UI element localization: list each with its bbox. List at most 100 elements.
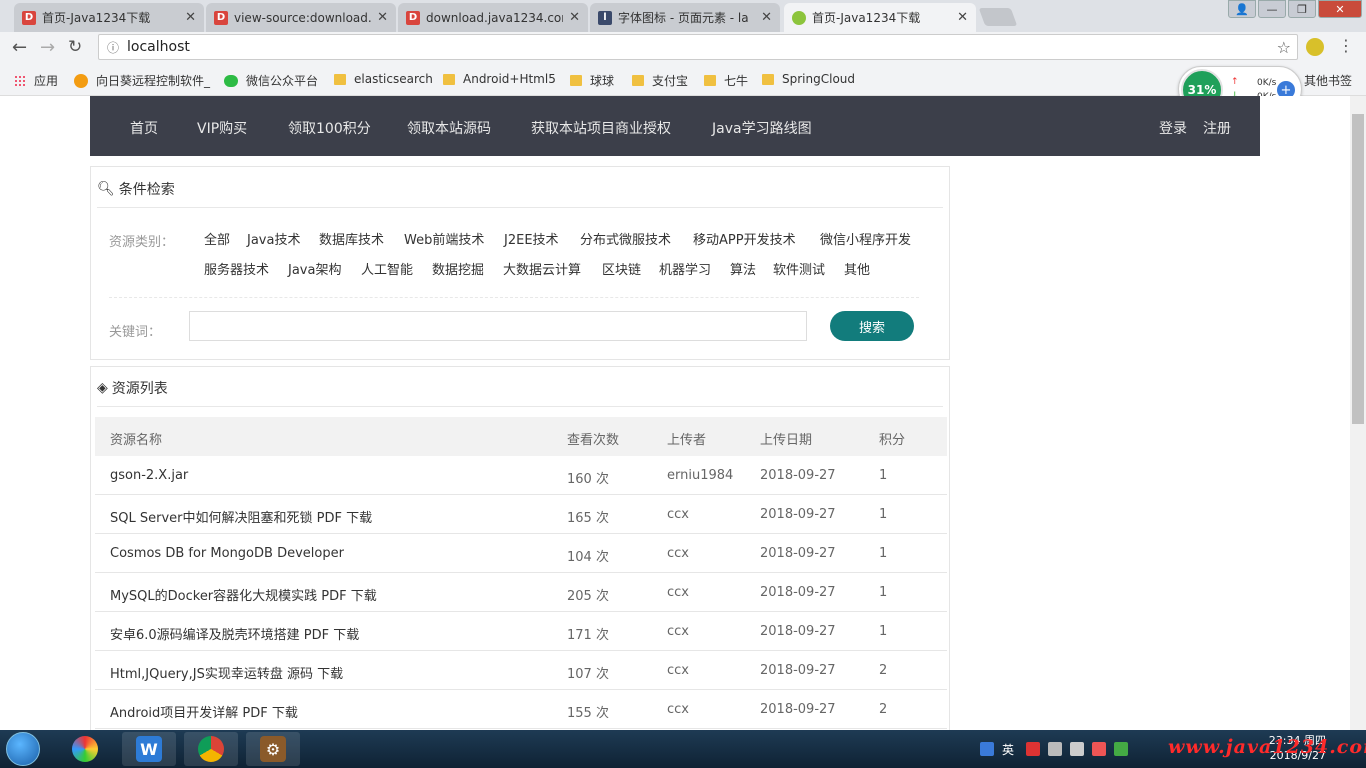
table-row[interactable]: Html,JQuery,JS实现幸运转盘 源码 下载 107 次 ccx 2018-0…: [95, 651, 947, 690]
keyword-input[interactable]: [189, 311, 807, 341]
tray-network-icon[interactable]: [1048, 742, 1063, 756]
bookmark-folder-elasticsearch[interactable]: elasticsearch: [334, 72, 433, 86]
category-algorithm[interactable]: 算法: [730, 259, 756, 278]
extension-icon[interactable]: [1306, 38, 1324, 56]
address-bar[interactable]: ⓘ localhost ☆: [98, 34, 1298, 60]
close-tab-icon[interactable]: ✕: [377, 10, 388, 25]
category-ai[interactable]: 人工智能: [361, 259, 413, 278]
category-miniprogram[interactable]: 微信小程序开发: [820, 229, 911, 248]
qq-input-icon[interactable]: [980, 742, 994, 756]
taskbar-app-colorful[interactable]: [58, 732, 112, 766]
menu-kebab-icon[interactable]: ⋮: [1338, 36, 1354, 55]
site-navbar: 首页 VIP购买 领取100积分 领取本站源码 获取本站项目商业授权 Java学…: [90, 96, 1260, 156]
nav-roadmap[interactable]: Java学习路线图: [712, 118, 812, 138]
scrollbar-thumb[interactable]: [1352, 114, 1364, 424]
table-row[interactable]: Android项目开发详解 PDF 下载 155 次 ccx 2018-09-27 2: [95, 690, 947, 729]
register-link[interactable]: 注册: [1203, 118, 1231, 138]
browser-tab-2[interactable]: D view-source:download. ✕: [206, 3, 396, 32]
cell-name[interactable]: MySQL的Docker容器化大规模实践 PDF 下载: [110, 585, 377, 604]
address-url[interactable]: localhost: [127, 39, 190, 55]
table-row[interactable]: 安卓6.0源码编译及脱壳环境搭建 PDF 下载 171 次 ccx 2018-09-2…: [95, 612, 947, 651]
taskbar-app-chrome[interactable]: [184, 732, 238, 766]
search-panel-header: 🔍︎ 条件检索: [97, 179, 175, 199]
category-machine-learning[interactable]: 机器学习: [659, 259, 711, 278]
ime-indicator[interactable]: 英: [1002, 741, 1014, 758]
taskbar-app-tool[interactable]: ⚙: [246, 732, 300, 766]
category-java[interactable]: Java技术: [247, 229, 300, 248]
browser-tab-4[interactable]: l 字体图标 - 页面元素 - la ✕: [590, 3, 780, 32]
login-link[interactable]: 登录: [1159, 118, 1187, 138]
start-button[interactable]: [6, 732, 40, 766]
tray-security-icon[interactable]: [1092, 742, 1107, 756]
bookmark-sunlogin[interactable]: 向日葵远程控制软件_: [74, 72, 210, 89]
user-icon[interactable]: 👤: [1228, 0, 1256, 18]
close-window-button[interactable]: ✕: [1318, 0, 1362, 18]
table-row[interactable]: Cosmos DB for MongoDB Developer 104 次 ccx 2…: [95, 534, 947, 573]
bookmark-wechat[interactable]: 微信公众平台: [224, 72, 318, 89]
cell-date: 2018-09-27: [760, 507, 836, 522]
category-other[interactable]: 其他: [844, 259, 870, 278]
cell-name[interactable]: Html,JQuery,JS实现幸运转盘 源码 下载: [110, 663, 343, 682]
page-scrollbar[interactable]: [1350, 96, 1366, 730]
other-bookmarks[interactable]: 其他书签: [1304, 72, 1352, 89]
bookmark-folder-qiuqiu[interactable]: 球球: [570, 72, 614, 89]
close-tab-icon[interactable]: ✕: [761, 10, 772, 25]
new-tab-button[interactable]: [978, 8, 1018, 26]
category-microservices[interactable]: 分布式微服技术: [580, 229, 671, 248]
category-database[interactable]: 数据库技术: [319, 229, 384, 248]
table-row[interactable]: gson-2.X.jar 160 次 erniu1984 2018-09-27 1: [95, 456, 947, 495]
bookmark-folder-android[interactable]: Android+Html5: [443, 72, 556, 86]
bookmark-folder-springcloud[interactable]: SpringCloud: [762, 72, 855, 86]
cell-name[interactable]: gson-2.X.jar: [110, 468, 188, 483]
table-row[interactable]: MySQL的Docker容器化大规模实践 PDF 下载 205 次 ccx 2018-…: [95, 573, 947, 612]
taskbar-app-wps[interactable]: W: [122, 732, 176, 766]
cell-name[interactable]: Cosmos DB for MongoDB Developer: [110, 546, 344, 561]
search-button[interactable]: 搜索: [830, 311, 914, 341]
category-software-testing[interactable]: 软件测试: [773, 259, 825, 278]
cell-name[interactable]: SQL Server中如何解决阻塞和死锁 PDF 下载: [110, 507, 372, 526]
wechat-icon: [224, 74, 238, 87]
table-row[interactable]: SQL Server中如何解决阻塞和死锁 PDF 下载 165 次 ccx 2018-…: [95, 495, 947, 534]
bookmark-folder-alipay[interactable]: 支付宝: [632, 72, 688, 89]
cell-views: 165 次: [567, 511, 609, 526]
minimize-button[interactable]: —: [1258, 0, 1286, 18]
close-tab-icon[interactable]: ✕: [185, 10, 196, 25]
category-j2ee[interactable]: J2EE技术: [504, 229, 559, 248]
folder-icon: [570, 75, 582, 86]
nav-vip[interactable]: VIP购买: [197, 118, 247, 138]
category-data-mining[interactable]: 数据挖掘: [432, 259, 484, 278]
bookmark-apps[interactable]: 应用: [14, 72, 58, 89]
bookmark-folder-qiniu[interactable]: 七牛: [704, 72, 748, 89]
category-all[interactable]: 全部: [204, 229, 230, 248]
browser-tab-1[interactable]: D 首页-Java1234下载 ✕: [14, 3, 204, 32]
category-web-frontend[interactable]: Web前端技术: [404, 229, 484, 248]
bookmark-star-icon[interactable]: ☆: [1277, 38, 1291, 57]
browser-tab-5-active[interactable]: 首页-Java1234下载 ✕: [784, 3, 976, 32]
category-server[interactable]: 服务器技术: [204, 259, 269, 278]
forward-arrow-icon[interactable]: →: [40, 37, 55, 58]
cell-views: 171 次: [567, 628, 609, 643]
tray-app-icon[interactable]: [1026, 742, 1041, 756]
reload-icon[interactable]: ↻: [68, 37, 82, 57]
back-arrow-icon[interactable]: ←: [12, 37, 27, 58]
column-header-uploader: 上传者: [667, 433, 707, 448]
folder-icon: [704, 75, 716, 86]
column-header-date: 上传日期: [760, 433, 813, 448]
cell-name[interactable]: Android项目开发详解 PDF 下载: [110, 702, 298, 721]
category-mobile-app[interactable]: 移动APP开发技术: [693, 229, 796, 248]
browser-tab-3[interactable]: D download.java1234.cor ✕: [398, 3, 588, 32]
cell-name[interactable]: 安卓6.0源码编译及脱壳环境搭建 PDF 下载: [110, 624, 359, 643]
tray-battery-icon[interactable]: [1114, 742, 1129, 756]
nav-home[interactable]: 首页: [130, 118, 158, 138]
close-tab-icon[interactable]: ✕: [957, 10, 968, 25]
info-icon[interactable]: ⓘ: [107, 39, 119, 56]
category-blockchain[interactable]: 区块链: [602, 259, 641, 278]
tray-device-icon[interactable]: [1070, 742, 1085, 756]
nav-points[interactable]: 领取100积分: [288, 118, 371, 138]
category-big-data[interactable]: 大数据云计算: [503, 259, 581, 278]
nav-source[interactable]: 领取本站源码: [407, 118, 491, 138]
category-java-architecture[interactable]: Java架构: [288, 259, 341, 278]
restore-button[interactable]: ❐: [1288, 0, 1316, 18]
close-tab-icon[interactable]: ✕: [569, 10, 580, 25]
nav-license[interactable]: 获取本站项目商业授权: [531, 118, 671, 138]
